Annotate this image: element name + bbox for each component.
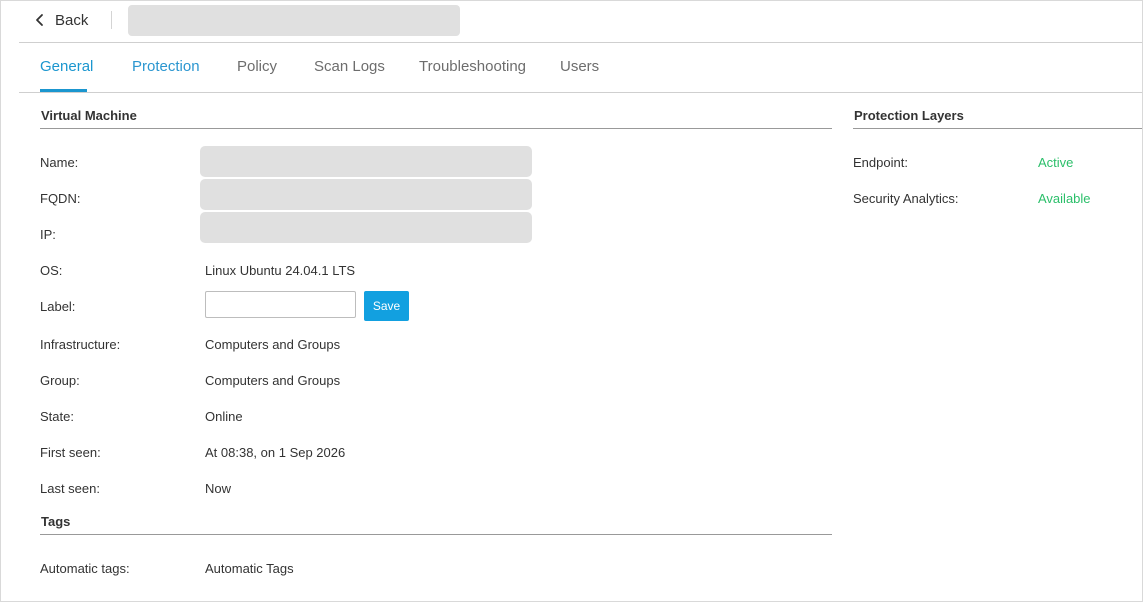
group-value: Computers and Groups: [205, 373, 341, 388]
endpoint-layer-label: Endpoint:: [853, 155, 908, 170]
infrastructure-label: Infrastructure:: [40, 337, 121, 352]
redacted-ip-value: [200, 212, 532, 243]
security-analytics-layer-status: Available: [1038, 191, 1091, 206]
section-title-protection-layers: Protection Layers: [854, 108, 964, 123]
active-tab-indicator: [40, 89, 87, 92]
tab-policy[interactable]: Policy: [237, 58, 277, 75]
section-divider: [40, 534, 832, 535]
chevron-left-icon: [36, 14, 43, 26]
state-label: State:: [40, 409, 74, 424]
first-seen-label: First seen:: [40, 445, 101, 460]
section-title-virtual-machine: Virtual Machine: [41, 108, 137, 123]
redacted-endpoint-title: [128, 5, 460, 36]
group-label: Group:: [40, 373, 80, 388]
tab-troubleshooting[interactable]: Troubleshooting: [419, 58, 526, 75]
state-value: Online: [205, 409, 243, 424]
endpoint-layer-status: Active: [1038, 155, 1074, 170]
last-seen-label: Last seen:: [40, 481, 100, 496]
tab-general[interactable]: General: [40, 58, 93, 75]
section-divider: [40, 128, 832, 129]
infrastructure-value: Computers and Groups: [205, 337, 341, 352]
label-input[interactable]: [205, 291, 356, 318]
automatic-tags-value: Automatic Tags: [205, 561, 294, 576]
name-label: Name:: [40, 155, 79, 170]
header-divider: [111, 11, 112, 29]
section-title-tags: Tags: [41, 514, 71, 529]
redacted-name-value: [200, 146, 532, 177]
last-seen-value: Now: [205, 481, 232, 496]
ip-label: IP:: [40, 227, 56, 242]
section-divider: [853, 128, 1142, 129]
endpoint-details-panel: Back General Protection Policy Scan Logs…: [0, 0, 1143, 602]
redacted-fqdn-value: [200, 179, 532, 210]
os-label: OS:: [40, 263, 63, 278]
automatic-tags-label: Automatic tags:: [40, 561, 130, 576]
tab-scan-logs[interactable]: Scan Logs: [314, 58, 385, 75]
fqdn-label: FQDN:: [40, 191, 81, 206]
details-header: Back: [19, 1, 1142, 43]
first-seen-value: At 08:38, on 1 Sep 2026: [205, 445, 346, 460]
tab-bar: General Protection Policy Scan Logs Trou…: [19, 43, 1142, 93]
back-label: Back: [55, 11, 89, 29]
back-button[interactable]: Back: [33, 9, 88, 31]
label-field-label: Label:: [40, 299, 76, 314]
save-button[interactable]: Save: [364, 291, 409, 321]
tab-protection[interactable]: Protection: [132, 58, 200, 75]
os-value: Linux Ubuntu 24.04.1 LTS: [205, 263, 356, 278]
tab-users[interactable]: Users: [560, 58, 599, 75]
security-analytics-layer-label: Security Analytics:: [853, 191, 959, 206]
